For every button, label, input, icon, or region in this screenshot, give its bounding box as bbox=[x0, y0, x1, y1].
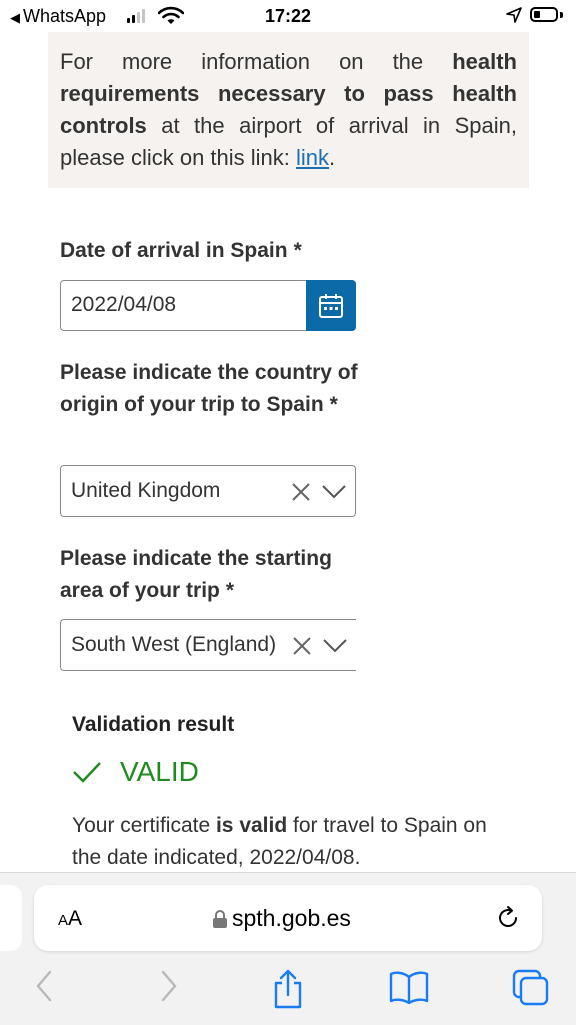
forward-nav-icon[interactable] bbox=[159, 969, 179, 1003]
battery-nub bbox=[560, 12, 563, 18]
text-size-large: A bbox=[68, 907, 83, 930]
lock-icon bbox=[213, 910, 227, 928]
starting-area-select[interactable]: South West (England) bbox=[60, 619, 356, 671]
browser-chrome: AA spth.gob.es bbox=[0, 872, 576, 1025]
calendar-icon bbox=[319, 293, 343, 318]
origin-country-value: United Kingdom bbox=[71, 479, 221, 502]
health-info-link[interactable]: link bbox=[296, 145, 329, 170]
starting-area-value: South West (England) bbox=[71, 633, 277, 656]
msg-text: Your certificate bbox=[72, 814, 216, 837]
msg-bold: is valid bbox=[215, 814, 288, 837]
previous-tab[interactable] bbox=[0, 885, 22, 951]
validation-message: Your certificate is valid for travel to … bbox=[72, 810, 512, 874]
required-mark: * bbox=[329, 393, 338, 416]
health-info-box: For more information on the health requi… bbox=[48, 32, 529, 188]
location-icon bbox=[506, 7, 522, 23]
tabs-icon[interactable] bbox=[512, 969, 550, 1007]
check-icon bbox=[73, 762, 101, 783]
status-bar: ◀ WhatsApp 17:22 bbox=[0, 0, 576, 32]
clear-icon[interactable] bbox=[292, 636, 312, 656]
valid-text: VALID bbox=[120, 756, 199, 787]
bookmarks-icon[interactable] bbox=[389, 969, 429, 1005]
starting-area-label: Please indicate the starting area of you… bbox=[60, 543, 360, 607]
origin-country-select[interactable]: United Kingdom bbox=[60, 465, 356, 517]
clock: 17:22 bbox=[264, 6, 312, 26]
reload-icon[interactable] bbox=[495, 905, 521, 931]
address-bar[interactable]: AA spth.gob.es bbox=[34, 885, 542, 951]
info-text: For more information on the bbox=[60, 49, 453, 74]
text-size-small: A bbox=[58, 912, 69, 929]
area-label-text: Please indicate the starting area of you… bbox=[60, 547, 332, 602]
chevron-down-icon[interactable] bbox=[322, 638, 348, 654]
arrival-label-text: Date of arrival in Spain bbox=[60, 239, 288, 262]
origin-label-text: Please indicate the country of origin of… bbox=[60, 361, 358, 416]
browser-toolbar bbox=[0, 969, 576, 1013]
origin-country-label: Please indicate the country of origin of… bbox=[60, 357, 360, 421]
text-size-button[interactable]: AA bbox=[58, 907, 82, 931]
url-text: spth.gob.es bbox=[232, 905, 351, 931]
info-end: . bbox=[329, 145, 336, 170]
arrival-date-field: 2022/04/08 bbox=[60, 280, 356, 331]
validation-status: VALID bbox=[72, 756, 199, 788]
required-mark: * bbox=[225, 579, 235, 602]
clear-icon[interactable] bbox=[291, 482, 311, 502]
battery-icon bbox=[530, 7, 558, 22]
arrival-date-input[interactable]: 2022/04/08 bbox=[60, 280, 308, 331]
back-nav-icon[interactable] bbox=[34, 969, 54, 1003]
calendar-button[interactable] bbox=[306, 280, 356, 331]
share-icon[interactable] bbox=[272, 969, 304, 1009]
chevron-down-icon[interactable] bbox=[321, 484, 347, 500]
arrival-date-label: Date of arrival in Spain * bbox=[60, 235, 302, 267]
required-mark: * bbox=[293, 239, 302, 262]
validation-title: Validation result bbox=[72, 713, 235, 736]
